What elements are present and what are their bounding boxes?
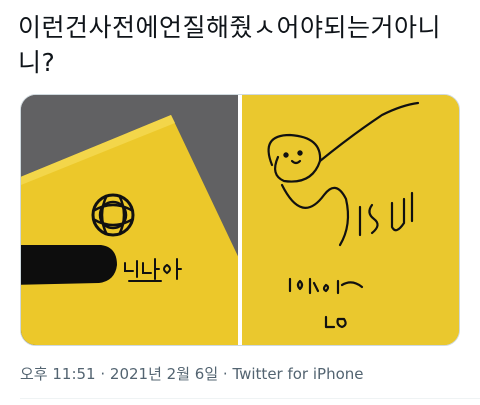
meta-separator: · (218, 365, 233, 383)
album-card-photo (21, 95, 239, 345)
signature-photo (242, 95, 459, 345)
media-photo-1[interactable] (21, 95, 239, 345)
tweet-source[interactable]: Twitter for iPhone (232, 365, 363, 383)
divider (20, 398, 480, 399)
tweet-time[interactable]: 오후 11:51 (20, 365, 96, 383)
tweet-meta: 오후 11:51 · 2021년 2월 6일 · Twitter for iPh… (20, 363, 364, 384)
media-photo-2[interactable] (242, 95, 459, 345)
tweet-text: 이런건사전에언질해줬ㅅ어야되는거아니니? (18, 13, 442, 77)
tweet-media[interactable] (20, 94, 460, 346)
tweet-date[interactable]: 2021년 2월 6일 (110, 365, 218, 383)
meta-separator: · (95, 365, 110, 383)
